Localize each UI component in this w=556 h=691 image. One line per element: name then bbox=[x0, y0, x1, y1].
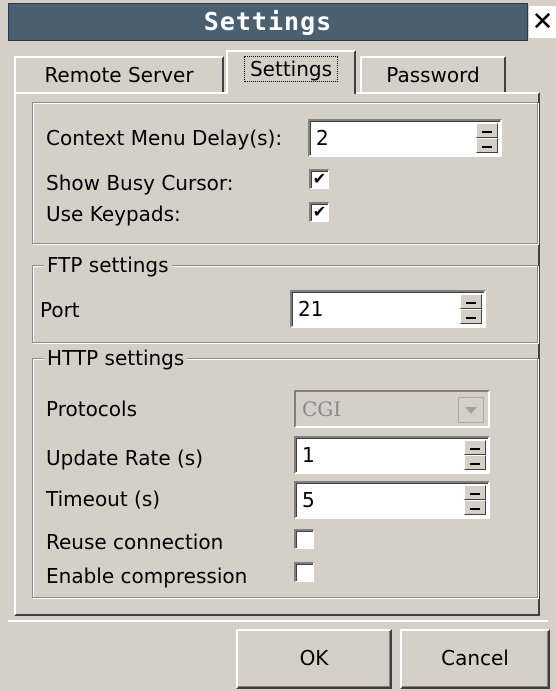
ftp-settings-legend: FTP settings bbox=[44, 253, 172, 277]
port-value: 21 bbox=[298, 297, 324, 321]
spin-up-button[interactable] bbox=[464, 485, 486, 500]
http-settings-legend: HTTP settings bbox=[44, 346, 188, 370]
tab-settings[interactable]: Settings bbox=[226, 50, 356, 94]
enable-compression-label: Enable compression bbox=[46, 564, 248, 588]
update-rate-value: 1 bbox=[302, 443, 315, 467]
port-spinner[interactable]: 21 bbox=[290, 290, 486, 328]
reuse-connection-checkbox[interactable] bbox=[294, 529, 314, 549]
spin-down-button[interactable] bbox=[464, 500, 486, 515]
tab-remote-server[interactable]: Remote Server bbox=[14, 56, 224, 94]
timeout-value: 5 bbox=[302, 488, 315, 512]
protocols-value: CGI bbox=[302, 397, 342, 421]
window-title: Settings bbox=[203, 7, 333, 36]
spin-up-button[interactable] bbox=[476, 123, 498, 138]
tab-settings-label: Settings bbox=[243, 56, 339, 82]
show-busy-cursor-label: Show Busy Cursor: bbox=[46, 171, 234, 195]
ok-button[interactable]: OK bbox=[236, 629, 392, 689]
protocols-select: CGI bbox=[294, 390, 490, 428]
timeout-spinner[interactable]: 5 bbox=[294, 481, 490, 519]
use-keypads-checkbox[interactable]: ✔ bbox=[309, 202, 329, 222]
update-rate-spinner[interactable]: 1 bbox=[294, 436, 490, 474]
timeout-label: Timeout (s) bbox=[46, 487, 161, 511]
divider bbox=[8, 620, 548, 622]
use-keypads-label: Use Keypads: bbox=[46, 202, 181, 226]
chevron-down-icon bbox=[458, 397, 484, 423]
context-menu-delay-label: Context Menu Delay(s): bbox=[46, 126, 283, 150]
spin-down-button[interactable] bbox=[464, 455, 486, 470]
tab-password-label: Password bbox=[386, 63, 480, 87]
close-icon[interactable]: ✕ bbox=[529, 6, 556, 38]
tab-remote-server-label: Remote Server bbox=[44, 63, 194, 87]
context-menu-delay-spinner[interactable]: 2 bbox=[308, 119, 502, 157]
check-icon: ✔ bbox=[312, 169, 327, 188]
spin-up-button[interactable] bbox=[460, 294, 482, 309]
show-busy-cursor-checkbox[interactable]: ✔ bbox=[309, 169, 329, 189]
port-label: Port bbox=[40, 298, 80, 322]
spin-down-button[interactable] bbox=[460, 309, 482, 324]
cancel-button[interactable]: Cancel bbox=[400, 629, 550, 689]
context-menu-delay-value: 2 bbox=[316, 126, 329, 150]
check-icon: ✔ bbox=[312, 202, 327, 221]
update-rate-label: Update Rate (s) bbox=[46, 446, 204, 470]
protocols-label: Protocols bbox=[46, 397, 138, 421]
enable-compression-checkbox[interactable] bbox=[294, 562, 314, 582]
reuse-connection-label: Reuse connection bbox=[46, 530, 224, 554]
tab-password[interactable]: Password bbox=[360, 56, 506, 94]
spin-up-button[interactable] bbox=[464, 440, 486, 455]
spin-down-button[interactable] bbox=[476, 138, 498, 153]
